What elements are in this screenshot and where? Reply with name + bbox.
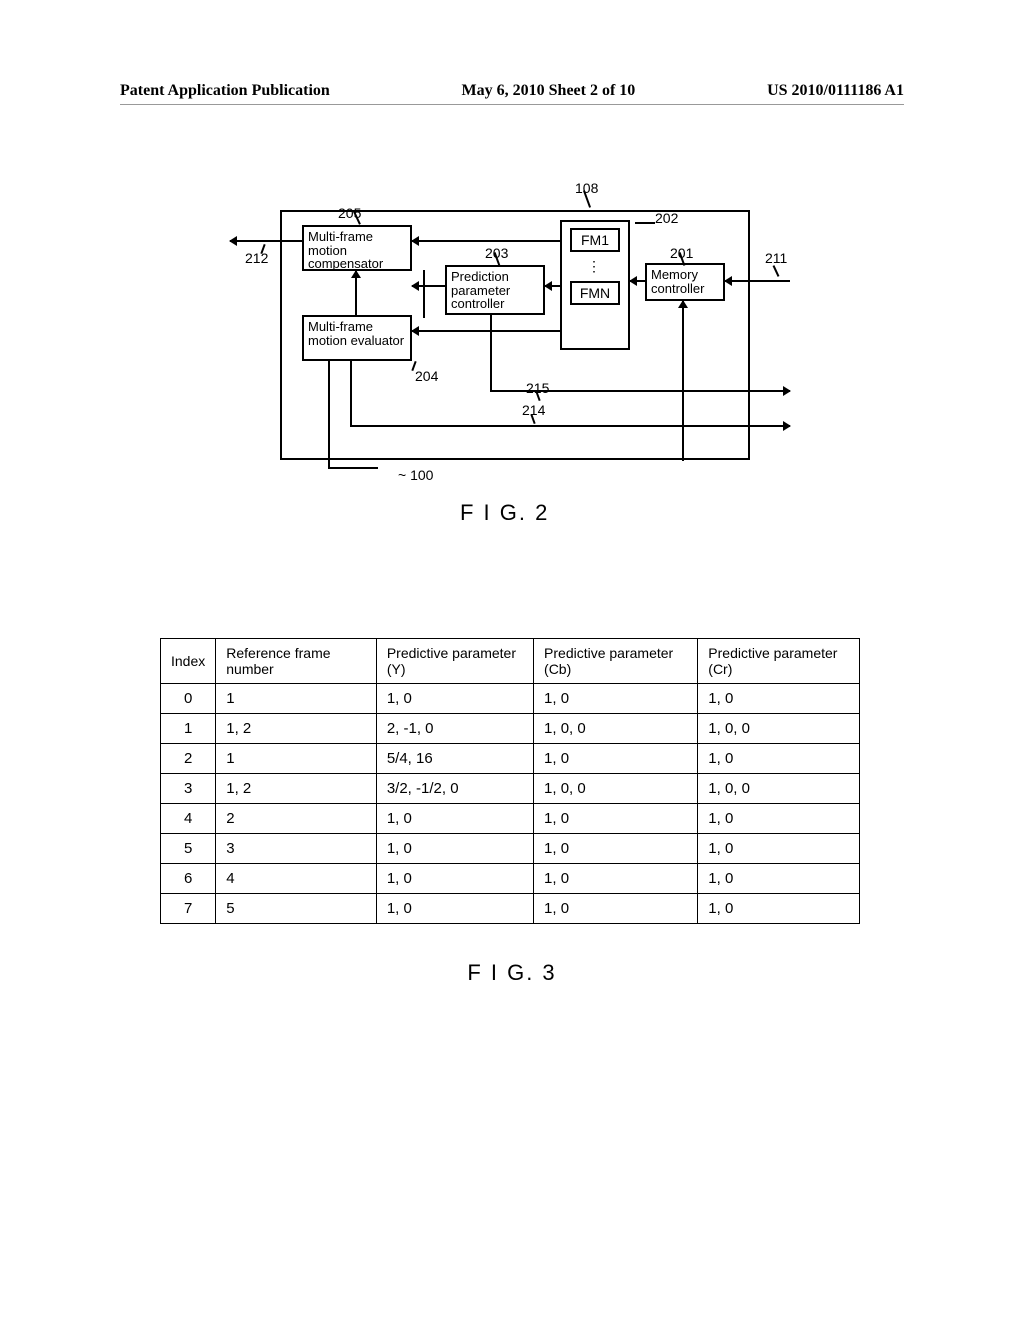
table-row: 4 2 1, 0 1, 0 1, 0 [161, 804, 860, 834]
arrow-fm-to-pred [545, 285, 560, 287]
frame-memory-group: FM1 ⋮ FMN [560, 220, 630, 350]
arrow-mem-to-fm [630, 280, 645, 282]
col-pred-y: Predictive parameter (Y) [376, 639, 533, 684]
col-ref-frame: Reference frame number [216, 639, 377, 684]
fig2-caption: F I G. 2 [460, 500, 549, 526]
table-header-row: Index Reference frame number Predictive … [161, 639, 860, 684]
page-header: Patent Application Publication May 6, 20… [120, 82, 904, 105]
fig2-diagram: 108 Multi-frame motion compensator 205 M… [230, 170, 790, 530]
label-214: 214 [522, 402, 545, 418]
fm-dots: ⋮ [562, 258, 628, 275]
fmn: FMN [570, 281, 620, 305]
block-pred-param: Prediction parameter controller [445, 265, 545, 315]
label-202: 202 [655, 210, 678, 226]
arrow-out-214 [350, 425, 790, 427]
arrow-100-to-mem [682, 301, 684, 461]
fig3-table-wrap: Index Reference frame number Predictive … [160, 638, 860, 924]
col-pred-cb: Predictive parameter (Cb) [534, 639, 698, 684]
table-row: 5 3 1, 0 1, 0 1, 0 [161, 834, 860, 864]
header-right: US 2010/0111186 A1 [767, 82, 904, 100]
col-index: Index [161, 639, 216, 684]
fig3-table: Index Reference frame number Predictive … [160, 638, 860, 924]
arrow-out-215 [490, 390, 790, 392]
label-100: ~ 100 [398, 467, 433, 483]
arrow-fm-to-eval [412, 330, 560, 332]
arrow-in-right [725, 280, 790, 282]
table-row: 1 1, 2 2, -1, 0 1, 0, 0 1, 0, 0 [161, 714, 860, 744]
block-mem-ctrl: Memory controller [645, 263, 725, 301]
label-204: 204 [415, 368, 438, 384]
header-center: May 6, 2010 Sheet 2 of 10 [462, 82, 636, 100]
col-pred-cr: Predictive parameter (Cr) [698, 639, 860, 684]
table-row: 7 5 1, 0 1, 0 1, 0 [161, 894, 860, 924]
table-row: 6 4 1, 0 1, 0 1, 0 [161, 864, 860, 894]
arrow-pred-to-comp [412, 285, 445, 287]
table-row: 3 1, 2 3/2, -1/2, 0 1, 0, 0 1, 0, 0 [161, 774, 860, 804]
table-row: 2 1 5/4, 16 1, 0 1, 0 [161, 744, 860, 774]
block-compensator: Multi-frame motion compensator [302, 225, 412, 271]
table-row: 0 1 1, 0 1, 0 1, 0 [161, 684, 860, 714]
label-211: 211 [765, 250, 787, 266]
fig3-caption: F I G. 3 [0, 960, 1024, 986]
arrow-out-left [230, 240, 302, 242]
arrow-fm-to-comp [412, 240, 560, 242]
header-left: Patent Application Publication [120, 82, 330, 100]
label-212: 212 [245, 250, 268, 266]
block-evaluator: Multi-frame motion evaluator [302, 315, 412, 361]
fm1: FM1 [570, 228, 620, 252]
patent-page: Patent Application Publication May 6, 20… [0, 0, 1024, 1320]
arrow-eval-to-comp [355, 271, 357, 315]
label-108: 108 [575, 180, 598, 196]
